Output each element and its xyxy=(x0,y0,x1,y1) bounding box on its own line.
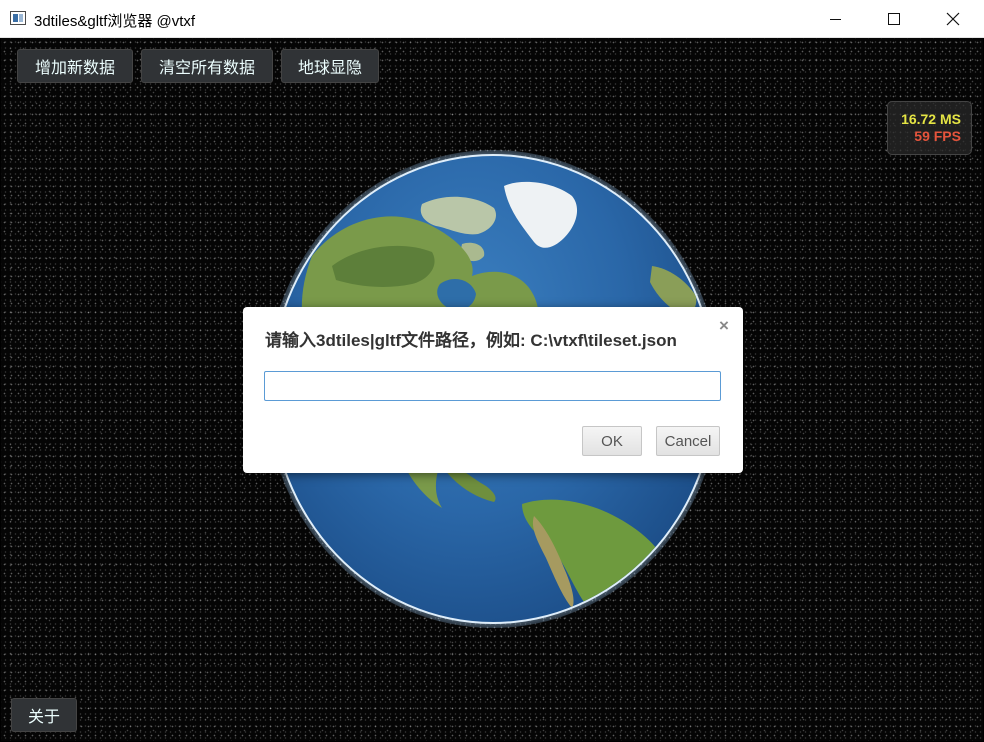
minimize-icon xyxy=(829,18,841,20)
cancel-button[interactable]: Cancel xyxy=(656,426,720,456)
minimize-button[interactable] xyxy=(812,0,858,38)
performance-display: 16.72 MS 59 FPS xyxy=(887,101,972,155)
maximize-button[interactable] xyxy=(871,0,917,38)
window-title-bar: 3dtiles&gltf浏览器 @vtxf xyxy=(0,0,984,38)
fps-readout: 59 FPS xyxy=(914,128,961,144)
add-data-button[interactable]: 增加新数据 xyxy=(17,49,133,83)
toggle-globe-button[interactable]: 地球显隐 xyxy=(281,49,379,83)
app-window-icon xyxy=(10,11,26,25)
close-icon xyxy=(946,12,960,26)
window-title: 3dtiles&gltf浏览器 @vtxf xyxy=(34,13,196,30)
greenland-landmass xyxy=(504,181,578,248)
ok-button[interactable]: OK xyxy=(582,426,642,456)
file-path-dialog: 请输入3dtiles|gltf文件路径，例如: C:\vtxf\tileset.… xyxy=(243,307,743,473)
frame-time-readout: 16.72 MS xyxy=(901,111,961,127)
file-path-input[interactable] xyxy=(264,371,721,401)
clear-all-data-button[interactable]: 清空所有数据 xyxy=(141,49,273,83)
dialog-close-icon[interactable]: × xyxy=(719,316,729,336)
south-america-landmass xyxy=(522,499,668,615)
maximize-icon xyxy=(888,13,900,25)
close-window-button[interactable] xyxy=(930,0,976,38)
dialog-prompt: 请输入3dtiles|gltf文件路径，例如: C:\vtxf\tileset.… xyxy=(265,331,677,350)
about-button[interactable]: 关于 xyxy=(11,698,77,732)
